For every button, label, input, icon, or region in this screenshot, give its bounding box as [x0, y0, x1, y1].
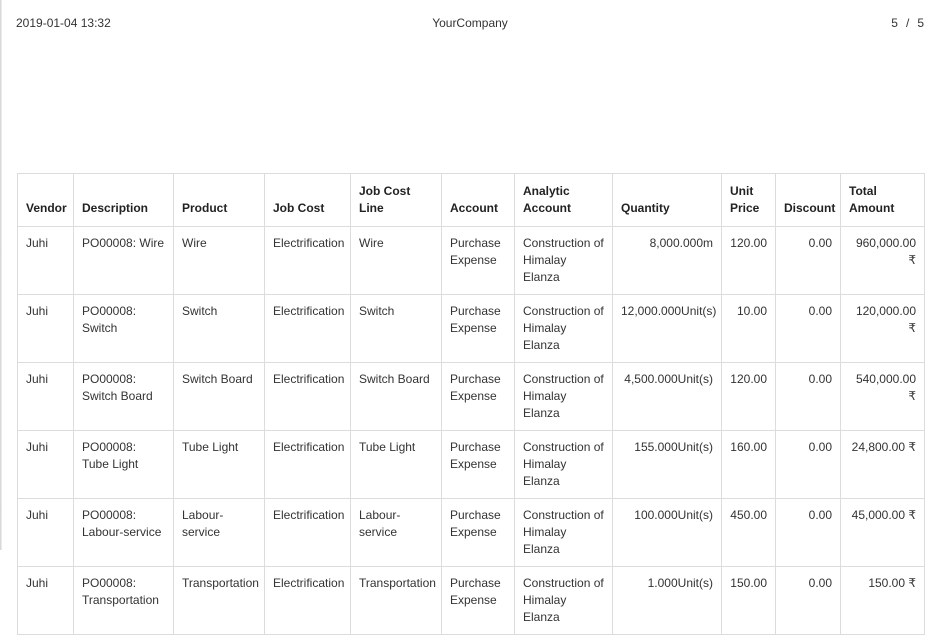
cell-discount: 0.00 — [775, 498, 841, 567]
cell-product: Transportation — [173, 566, 265, 635]
cell-discount: 0.00 — [775, 362, 841, 431]
cell-product: Switch Board — [173, 362, 265, 431]
col-total-amount: Total Amount — [840, 173, 925, 227]
cell-quantity: 8,000.000m — [612, 226, 722, 295]
table-row: Juhi PO00008: Switch Board Switch Board … — [17, 362, 925, 431]
cell-total-amount: 150.00 ₹ — [840, 566, 925, 635]
cell-unit-price: 150.00 — [721, 566, 776, 635]
cell-total-amount: 540,000.00 ₹ — [840, 362, 925, 431]
col-discount: Discount — [775, 173, 841, 227]
table-row: Juhi PO00008: Switch Switch Electrificat… — [17, 294, 925, 363]
page-current: 5 — [891, 16, 898, 30]
header-row: Vendor Description Product Job Cost Job … — [17, 173, 925, 227]
col-analytic-account: Analytic Account — [514, 173, 613, 227]
cell-job-cost: Electrification — [264, 430, 351, 499]
cell-quantity: 155.000Unit(s) — [612, 430, 722, 499]
cell-product: Labour-service — [173, 498, 265, 567]
cell-job-cost-line: Tube Light — [350, 430, 442, 499]
cell-description: PO00008: Labour-service — [73, 498, 174, 567]
cell-vendor: Juhi — [17, 226, 74, 295]
cell-description: PO00008: Transportation — [73, 566, 174, 635]
company-name: YourCompany — [432, 16, 508, 30]
col-job-cost: Job Cost — [264, 173, 351, 227]
table-row: Juhi PO00008: Tube Light Tube Light Elec… — [17, 430, 925, 499]
page-counter: 5 / 5 — [891, 16, 924, 30]
cell-vendor: Juhi — [17, 362, 74, 431]
cell-quantity: 12,000.000Unit(s) — [612, 294, 722, 363]
cell-unit-price: 10.00 — [721, 294, 776, 363]
purchase-order-lines-table: Vendor Description Product Job Cost Job … — [17, 173, 925, 635]
cell-job-cost-line: Transportation — [350, 566, 442, 635]
cell-job-cost-line: Wire — [350, 226, 442, 295]
col-quantity: Quantity — [612, 173, 722, 227]
table-body: Juhi PO00008: Wire Wire Electrification … — [17, 226, 925, 635]
cell-unit-price: 120.00 — [721, 226, 776, 295]
cell-account: Purchase Expense — [441, 362, 515, 431]
page-separator: / — [905, 16, 910, 30]
cell-description: PO00008: Tube Light — [73, 430, 174, 499]
table-row: Juhi PO00008: Transportation Transportat… — [17, 566, 925, 635]
cell-description: PO00008: Switch — [73, 294, 174, 363]
cell-discount: 0.00 — [775, 226, 841, 295]
report-header: 2019-01-04 13:32 YourCompany 5/5 — [16, 16, 924, 34]
cell-account: Purchase Expense — [441, 226, 515, 295]
cell-total-amount: 120,000.00 ₹ — [840, 294, 925, 363]
col-description: Description — [73, 173, 174, 227]
cell-vendor: Juhi — [17, 498, 74, 567]
cell-product: Wire — [173, 226, 265, 295]
cell-analytic-account: Construction of Himalay Elanza — [514, 294, 613, 363]
cell-quantity: 4,500.000Unit(s) — [612, 362, 722, 431]
cell-vendor: Juhi — [17, 430, 74, 499]
table-row: Juhi PO00008: Wire Wire Electrification … — [17, 226, 925, 295]
cell-vendor: Juhi — [17, 294, 74, 363]
cell-discount: 0.00 — [775, 566, 841, 635]
cell-total-amount: 960,000.00 ₹ — [840, 226, 925, 295]
cell-job-cost-line: Switch — [350, 294, 442, 363]
cell-description: PO00008: Switch Board — [73, 362, 174, 431]
cell-analytic-account: Construction of Himalay Elanza — [514, 566, 613, 635]
cell-job-cost: Electrification — [264, 566, 351, 635]
cell-analytic-account: Construction of Himalay Elanza — [514, 226, 613, 295]
cell-account: Purchase Expense — [441, 498, 515, 567]
page-total: 5 — [917, 16, 924, 30]
cell-quantity: 100.000Unit(s) — [612, 498, 722, 567]
cell-unit-price: 120.00 — [721, 362, 776, 431]
cell-analytic-account: Construction of Himalay Elanza — [514, 362, 613, 431]
cell-description: PO00008: Wire — [73, 226, 174, 295]
cell-vendor: Juhi — [17, 566, 74, 635]
cell-job-cost-line: Labour-service — [350, 498, 442, 567]
col-vendor: Vendor — [17, 173, 74, 227]
cell-total-amount: 45,000.00 ₹ — [840, 498, 925, 567]
cell-discount: 0.00 — [775, 430, 841, 499]
cell-account: Purchase Expense — [441, 294, 515, 363]
cell-job-cost: Electrification — [264, 498, 351, 567]
cell-job-cost-line: Switch Board — [350, 362, 442, 431]
col-account: Account — [441, 173, 515, 227]
col-unit-price: Unit Price — [721, 173, 776, 227]
cell-job-cost: Electrification — [264, 294, 351, 363]
cell-discount: 0.00 — [775, 294, 841, 363]
cell-account: Purchase Expense — [441, 566, 515, 635]
cell-account: Purchase Expense — [441, 430, 515, 499]
cell-analytic-account: Construction of Himalay Elanza — [514, 430, 613, 499]
cell-analytic-account: Construction of Himalay Elanza — [514, 498, 613, 567]
cell-unit-price: 450.00 — [721, 498, 776, 567]
cell-quantity: 1.000Unit(s) — [612, 566, 722, 635]
col-job-cost-line: Job Cost Line — [350, 173, 442, 227]
table-row: Juhi PO00008: Labour-service Labour-serv… — [17, 498, 925, 567]
cell-total-amount: 24,800.00 ₹ — [840, 430, 925, 499]
cell-job-cost: Electrification — [264, 362, 351, 431]
page-left-edge — [0, 0, 2, 550]
cell-unit-price: 160.00 — [721, 430, 776, 499]
cell-product: Switch — [173, 294, 265, 363]
cell-product: Tube Light — [173, 430, 265, 499]
col-product: Product — [173, 173, 265, 227]
table-header: Vendor Description Product Job Cost Job … — [17, 173, 925, 227]
cell-job-cost: Electrification — [264, 226, 351, 295]
